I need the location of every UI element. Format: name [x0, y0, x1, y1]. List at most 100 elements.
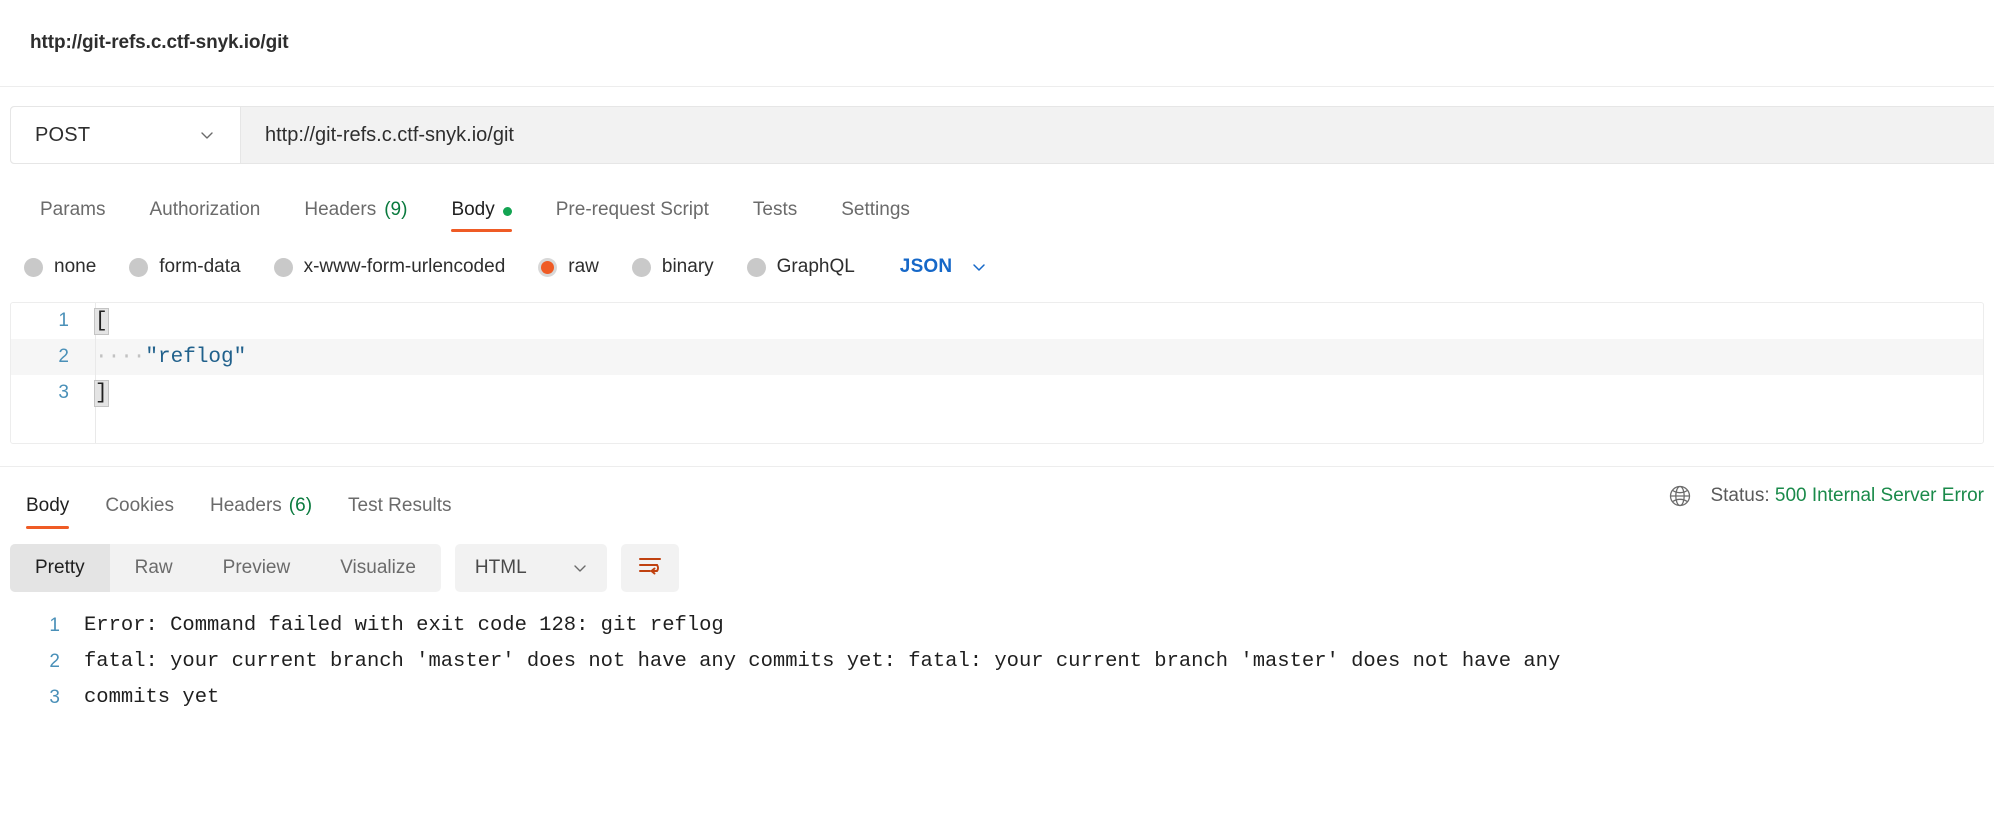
tab-settings[interactable]: Settings: [819, 200, 932, 232]
view-mode-pretty[interactable]: Pretty: [10, 544, 110, 592]
tab-label: Headers: [209, 494, 282, 516]
body-type-raw[interactable]: raw: [538, 256, 599, 278]
tab-label: Settings: [841, 199, 910, 220]
line-number: 3: [49, 687, 60, 708]
url-bar: POST http://git-refs.c.ctf-snyk.io/git: [10, 106, 1994, 164]
line-text: Error: Command failed with exit code 128…: [84, 614, 724, 637]
line-text: fatal: your current branch 'master' does…: [84, 650, 1561, 673]
body-type-form-data[interactable]: form-data: [129, 256, 241, 278]
line-content: ]: [94, 379, 109, 407]
page-title: http://git-refs.c.ctf-snyk.io/git: [30, 32, 289, 53]
globe-icon: [1667, 483, 1693, 509]
response-header: Body Cookies Headers (6) Test Results St…: [0, 466, 1994, 529]
line-number: 1: [49, 615, 60, 636]
tab-label: Params: [40, 199, 106, 220]
request-body-editor[interactable]: 1 [ 2 ····"reflog" 3 ]: [10, 302, 1984, 444]
radio-icon: [24, 257, 43, 277]
line-text: commits yet: [84, 686, 220, 709]
tab-label: Cookies: [105, 494, 174, 516]
response-line: 3 commits yet: [0, 680, 1994, 716]
line-text: "reflog": [145, 345, 247, 369]
bracket-match: ]: [94, 379, 109, 407]
line-content: ····"reflog": [95, 346, 246, 369]
response-tabs: Body Cookies Headers (6) Test Results: [8, 467, 470, 529]
body-type-label: GraphQL: [776, 256, 855, 277]
body-type-none[interactable]: none: [24, 256, 96, 278]
tab-params[interactable]: Params: [18, 200, 127, 232]
body-type-label: binary: [661, 256, 714, 277]
response-line: 1 Error: Command failed with exit code 1…: [0, 608, 1994, 644]
body-type-label: form-data: [159, 256, 241, 277]
indent-guide: ····: [95, 345, 146, 369]
body-type-graphql[interactable]: GraphQL: [746, 256, 855, 278]
status-badge: 500 Internal Server Error: [1774, 485, 1984, 506]
http-method-select[interactable]: POST: [11, 107, 241, 163]
line-number: 2: [49, 651, 60, 672]
word-wrap-toggle-button[interactable]: [620, 544, 679, 592]
view-mode-label: Pretty: [35, 557, 85, 578]
response-language-label: HTML: [474, 557, 527, 578]
tab-headers[interactable]: Headers (9): [282, 200, 429, 232]
tab-label: Tests: [752, 199, 798, 220]
radio-icon: [129, 257, 149, 277]
headers-count: (9): [384, 199, 408, 220]
http-method-label: POST: [35, 123, 91, 146]
response-tab-test-results[interactable]: Test Results: [330, 467, 469, 529]
response-body: 1 Error: Command failed with exit code 1…: [0, 594, 1994, 716]
view-mode-label: Visualize: [340, 557, 416, 578]
tab-body[interactable]: Body: [429, 200, 533, 232]
status-label: Status: 500 Internal Server Error: [1710, 485, 1984, 507]
tab-label: Test Results: [348, 494, 452, 516]
body-type-row: none form-data x-www-form-urlencoded raw…: [0, 249, 1994, 285]
view-mode-preview[interactable]: Preview: [198, 544, 316, 592]
postman-request-view: http://git-refs.c.ctf-snyk.io/git POST h…: [0, 0, 1994, 834]
line-number: 3: [58, 382, 69, 403]
tab-pre-request-script[interactable]: Pre-request Script: [534, 200, 731, 232]
response-status: Status: 500 Internal Server Error: [1667, 483, 1984, 512]
view-mode-visualize[interactable]: Visualize: [315, 544, 441, 592]
chevron-down-icon: [571, 559, 589, 577]
editor-line: 1 [: [11, 303, 1983, 339]
line-number: 1: [58, 310, 69, 331]
tab-label: Authorization: [149, 199, 261, 220]
response-language-select[interactable]: HTML: [454, 544, 607, 592]
body-type-label: raw: [568, 256, 599, 277]
editor-line: 3 ]: [11, 375, 1983, 411]
response-view-mode-group: Pretty Raw Preview Visualize: [10, 544, 441, 592]
tab-label: Body: [451, 199, 495, 220]
body-type-binary[interactable]: binary: [631, 256, 714, 278]
tab-tests[interactable]: Tests: [731, 200, 819, 232]
radio-icon: [631, 257, 651, 277]
request-title-bar: http://git-refs.c.ctf-snyk.io/git: [0, 0, 1994, 87]
response-line: 2 fatal: your current branch 'master' do…: [0, 644, 1994, 680]
line-number: 2: [58, 346, 69, 367]
chevron-down-icon: [198, 126, 216, 144]
view-mode-label: Preview: [222, 557, 291, 578]
view-mode-label: Raw: [134, 557, 173, 578]
response-tab-headers[interactable]: Headers (6): [192, 467, 330, 529]
body-format-label: JSON: [899, 256, 953, 277]
radio-icon: [273, 257, 293, 277]
status-label-text: Status:: [1710, 485, 1770, 506]
response-tab-cookies[interactable]: Cookies: [87, 467, 192, 529]
view-mode-raw[interactable]: Raw: [110, 544, 198, 592]
request-tabs: Params Authorization Headers (9) Body Pr…: [0, 186, 1994, 232]
response-toolbar: Pretty Raw Preview Visualize HTML: [0, 542, 1994, 594]
body-type-label: none: [54, 256, 97, 277]
word-wrap-icon: [637, 554, 663, 583]
body-type-label: x-www-form-urlencoded: [303, 256, 506, 277]
url-input[interactable]: http://git-refs.c.ctf-snyk.io/git: [241, 107, 1994, 163]
editor-line-active: 2 ····"reflog": [11, 339, 1983, 375]
body-type-x-www-form-urlencoded[interactable]: x-www-form-urlencoded: [273, 256, 506, 278]
body-modified-dot-icon: [502, 207, 512, 216]
response-tab-body[interactable]: Body: [8, 467, 87, 529]
radio-icon: [746, 257, 766, 277]
body-format-select[interactable]: JSON: [900, 256, 989, 278]
bracket-match: [: [94, 307, 109, 335]
tab-authorization[interactable]: Authorization: [127, 200, 282, 232]
line-content: [: [94, 307, 109, 335]
chevron-down-icon: [970, 258, 988, 276]
tab-label: Pre-request Script: [555, 199, 709, 220]
radio-icon-selected: [538, 257, 558, 277]
response-headers-count: (6): [288, 494, 313, 516]
